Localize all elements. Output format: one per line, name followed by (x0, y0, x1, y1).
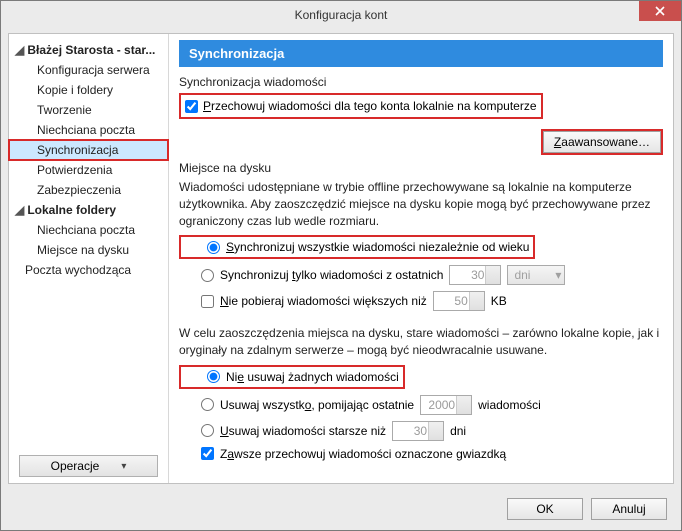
store-local-label: rzechowuj wiadomości dla tego konta loka… (211, 99, 537, 113)
tree-item-sync[interactable]: Synchronizacja (9, 140, 168, 160)
store-local-checkbox[interactable] (185, 100, 198, 113)
sync-recent-row: Synchronizuj tylko wiadomości z ostatnic… (201, 265, 663, 285)
operations-button[interactable]: Operacje▾ (19, 455, 158, 477)
purge-desc: W celu zaoszczędzenia miejsca na dysku, … (179, 325, 663, 359)
account-tree: ◢ Błażej Starosta - star... Konfiguracja… (9, 34, 169, 483)
tree-item-server[interactable]: Konfiguracja serwera (9, 60, 168, 80)
tree-item-junk[interactable]: Niechciana poczta (9, 120, 168, 140)
tree-item-receipts[interactable]: Potwierdzenia (9, 160, 168, 180)
dropdown-arrow-icon: ▾ (121, 461, 126, 472)
cancel-button[interactable]: Anuluj (591, 498, 667, 520)
tree-account[interactable]: ◢ Błażej Starosta - star... (9, 40, 168, 60)
del-keep-unit: wiadomości (478, 398, 541, 412)
del-old-radio[interactable] (201, 424, 214, 437)
main-panel: Synchronizacja Synchronizacja wiadomości… (169, 34, 673, 483)
del-none-row[interactable]: Nie usuwaj żadnych wiadomości (203, 369, 403, 385)
disk-section-label: Miejsce na dysku (179, 161, 663, 175)
del-old-label: Usuwaj wiadomości starsze niż (220, 424, 386, 438)
del-old-row: Usuwaj wiadomości starsze niż 30▴▾ dni (201, 421, 663, 441)
sync-section-label: Synchronizacja wiadomości (179, 75, 663, 89)
no-large-label: Nie pobieraj wiadomości większych niż (220, 294, 427, 308)
tree-local-folders[interactable]: ◢ Lokalne foldery (9, 200, 168, 220)
no-large-row: Nie pobieraj wiadomości większych niż 50… (201, 291, 663, 311)
no-large-spin[interactable]: 50▴▾ (433, 291, 485, 311)
sync-all-radio[interactable] (207, 241, 220, 254)
advanced-button[interactable]: Zaawansowane… (543, 131, 661, 153)
tree-outgoing[interactable]: Poczta wychodząca (9, 260, 168, 280)
no-large-checkbox[interactable] (201, 295, 214, 308)
titlebar: Konfiguracja kont (1, 1, 681, 29)
del-keep-label: Usuwaj wszystko, pomijając ostatnie (220, 398, 414, 412)
tree-item-compose[interactable]: Tworzenie (9, 100, 168, 120)
keep-star-row: Zawsze przechowuj wiadomości oznaczone g… (201, 447, 663, 461)
keep-star-checkbox[interactable] (201, 447, 214, 460)
del-none-radio[interactable] (207, 370, 220, 383)
no-large-unit: KB (491, 294, 507, 308)
store-local-checkbox-row[interactable]: Przechowuj wiadomości dla tego konta lok… (181, 98, 541, 114)
disk-desc: Wiadomości udostępniane w trybie offline… (179, 179, 663, 229)
del-keep-radio[interactable] (201, 398, 214, 411)
content-area: ◢ Błażej Starosta - star... Konfiguracja… (8, 33, 674, 484)
ok-button[interactable]: OK (507, 498, 583, 520)
del-old-unit: dni (450, 424, 466, 438)
tree-item-security[interactable]: Zabezpieczenia (9, 180, 168, 200)
tree-item-copies[interactable]: Kopie i foldery (9, 80, 168, 100)
dialog-window: Konfiguracja kont ◢ Błażej Starosta - st… (0, 0, 682, 531)
del-keep-spin[interactable]: 2000▴▾ (420, 395, 472, 415)
sync-recent-radio[interactable] (201, 269, 214, 282)
tree-item-local-junk[interactable]: Niechciana poczta (9, 220, 168, 240)
del-keep-row: Usuwaj wszystko, pomijając ostatnie 2000… (201, 395, 663, 415)
del-old-spin[interactable]: 30▴▾ (392, 421, 444, 441)
sync-recent-unit[interactable]: dni▾ (507, 265, 565, 285)
sync-recent-spin[interactable]: 30▴▾ (449, 265, 501, 285)
window-title: Konfiguracja kont (295, 8, 388, 22)
dialog-footer: OK Anuluj (507, 498, 667, 520)
sync-all-radio-row[interactable]: Synchronizuj wszystkie wiadomości niezal… (203, 239, 533, 255)
keep-star-label: Zawsze przechowuj wiadomości oznaczone g… (220, 447, 506, 461)
panel-header: Synchronizacja (179, 40, 663, 67)
close-icon (655, 6, 665, 16)
tree-item-local-disk[interactable]: Miejsce na dysku (9, 240, 168, 260)
sync-recent-label: Synchronizuj tylko wiadomości z ostatnic… (220, 268, 443, 282)
close-button[interactable] (639, 1, 681, 21)
